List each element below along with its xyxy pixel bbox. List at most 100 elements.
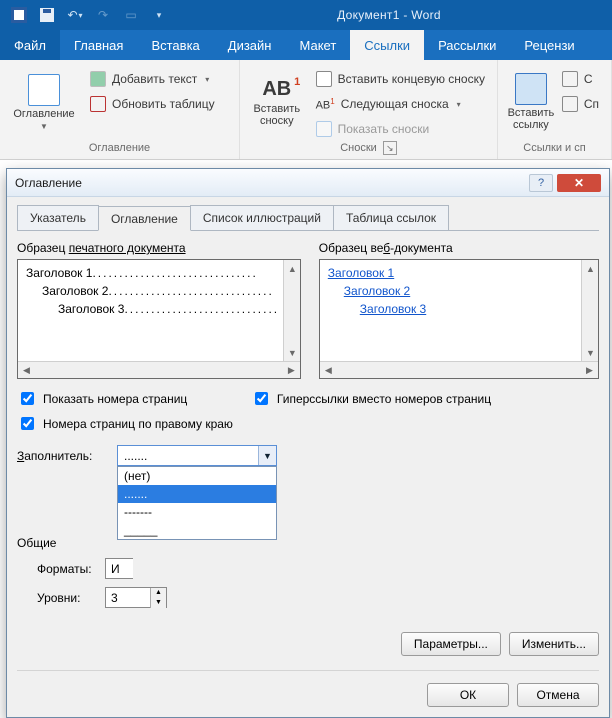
show-notes-button: Показать сноски (312, 118, 489, 140)
tab-design[interactable]: Дизайн (214, 30, 286, 60)
leader-option[interactable]: ....... (118, 485, 276, 503)
word-titlebar: ↶▾ ↷ ▭ ▾ Документ1 - Word (0, 0, 612, 30)
tab-insert[interactable]: Вставка (137, 30, 213, 60)
group-citations: Вставить ссылку С Сп Ссылки и сп (498, 60, 612, 159)
tab-references[interactable]: Ссылки (350, 30, 424, 60)
toc-label: Оглавление (13, 108, 74, 120)
web-preview-item: Заголовок 3 (328, 302, 590, 316)
dialog-close-button[interactable]: ✕ (557, 174, 601, 192)
update-label: Обновить таблицу (112, 97, 215, 111)
ribbon: Оглавление ▼ Добавить текст ▾ Обновить т… (0, 60, 612, 160)
cancel-button[interactable]: Отмена (517, 683, 599, 707)
insert-footnote-label: Вставить сноску (253, 103, 300, 127)
leader-option[interactable]: (нет) (118, 467, 276, 485)
right-align-label: Номера страниц по правому краю (43, 417, 233, 431)
chevron-down-icon: ▾ (457, 100, 461, 109)
tab-review[interactable]: Рецензи (510, 30, 588, 60)
next-footnote-label: Следующая сноска (341, 97, 449, 111)
spin-down-icon[interactable]: ▼ (151, 598, 166, 608)
modify-button[interactable]: Изменить... (509, 632, 599, 656)
tab-layout[interactable]: Макет (285, 30, 350, 60)
show-page-numbers-label: Показать номера страниц (43, 392, 187, 406)
style-icon (562, 96, 578, 112)
insert-citation-button[interactable]: Вставить ссылку (506, 64, 556, 140)
toc-dialog: Оглавление ? ✕ Указатель Оглавление Спис… (6, 168, 610, 718)
right-align-input[interactable] (21, 417, 34, 430)
show-page-numbers-input[interactable] (21, 392, 34, 405)
manage-sources-button[interactable]: С (558, 68, 603, 90)
footnotes-dialog-launcher[interactable]: ↘ (383, 141, 397, 155)
show-notes-icon (316, 121, 332, 137)
add-text-icon (90, 71, 106, 87)
touch-mode-icon[interactable]: ▭ (118, 3, 144, 27)
web-preview-item: Заголовок 2 (328, 284, 590, 298)
insert-endnote-button[interactable]: Вставить концевую сноску (312, 68, 489, 90)
leader-option[interactable]: ------- (118, 503, 276, 521)
general-section-label: Общие (17, 536, 599, 550)
quick-access-toolbar: ↶▾ ↷ ▭ ▾ (6, 3, 172, 27)
undo-icon[interactable]: ↶▾ (62, 3, 88, 27)
next-footnote-icon: AB1 (316, 97, 335, 112)
group-citations-label: Ссылки и сп (523, 142, 585, 154)
right-align-checkbox[interactable]: Номера страниц по правому краю (17, 414, 233, 433)
dialog-help-button[interactable]: ? (529, 174, 553, 192)
dialog-tabs: Указатель Оглавление Список иллюстраций … (17, 205, 599, 231)
scrollbar-horizontal[interactable]: ◀▶ (18, 361, 300, 378)
endnote-icon (316, 71, 332, 87)
redo-icon: ↷ (90, 3, 116, 27)
save-icon[interactable] (34, 3, 60, 27)
leader-option[interactable]: _____ (118, 521, 276, 539)
insert-footnote-button[interactable]: AB1 Вставить сноску (248, 64, 306, 140)
web-preview-label: Образец веб-документа (319, 241, 599, 255)
spin-up-icon[interactable]: ▲ (151, 588, 166, 598)
add-text-label: Добавить текст (112, 72, 197, 86)
tab-mailings[interactable]: Рассылки (424, 30, 510, 60)
tab-leader-value: ....... (118, 449, 258, 463)
hyperlinks-input[interactable] (255, 392, 268, 405)
endnote-label: Вставить концевую сноску (338, 72, 485, 86)
toc-button[interactable]: Оглавление ▼ (8, 64, 80, 140)
formats-value: И (106, 562, 133, 576)
sources-icon (562, 71, 578, 87)
options-button[interactable]: Параметры... (401, 632, 501, 656)
add-text-button[interactable]: Добавить текст ▾ (86, 68, 219, 90)
scrollbar-horizontal[interactable]: ◀▶ (320, 361, 598, 378)
tab-leader-combo[interactable]: ....... ▼ (117, 445, 277, 466)
citation-icon (515, 73, 547, 105)
tab-authorities[interactable]: Таблица ссылок (333, 205, 449, 230)
style-button[interactable]: Сп (558, 93, 603, 115)
update-table-button[interactable]: Обновить таблицу (86, 93, 219, 115)
levels-label: Уровни: (37, 591, 97, 605)
ribbon-tabs: Файл Главная Вставка Дизайн Макет Ссылки… (0, 30, 612, 60)
web-preview-link[interactable]: Заголовок 2 (344, 284, 410, 298)
formats-label: Форматы: (37, 562, 97, 576)
tab-home[interactable]: Главная (60, 30, 137, 60)
scrollbar-vertical[interactable]: ▲▼ (581, 260, 598, 361)
tab-toc-dialog[interactable]: Оглавление (98, 206, 191, 231)
group-toc-label: Оглавление (89, 142, 150, 154)
tab-figures[interactable]: Список иллюстраций (190, 205, 334, 230)
levels-value: 3 (106, 591, 150, 605)
web-preview-link[interactable]: Заголовок 3 (360, 302, 426, 316)
hyperlinks-label: Гиперссылки вместо номеров страниц (277, 392, 491, 406)
sources-label: С (584, 72, 593, 86)
web-preview-link[interactable]: Заголовок 1 (328, 266, 394, 280)
tab-file[interactable]: Файл (0, 30, 60, 60)
word-menu-icon[interactable] (6, 3, 32, 27)
print-preview-label: Образец печатного документа (17, 241, 301, 255)
scrollbar-vertical[interactable]: ▲▼ (283, 260, 300, 361)
show-page-numbers-checkbox[interactable]: Показать номера страниц (17, 389, 233, 408)
next-footnote-button[interactable]: AB1 Следующая сноска ▾ (312, 93, 489, 115)
chevron-down-icon[interactable]: ▼ (258, 446, 276, 465)
ok-button[interactable]: ОК (427, 683, 509, 707)
levels-spinner[interactable]: 3 ▲▼ (105, 587, 167, 608)
spinner-buttons[interactable]: ▲▼ (150, 588, 166, 608)
document-title: Документ1 - Word (172, 8, 606, 22)
hyperlinks-checkbox[interactable]: Гиперссылки вместо номеров страниц (251, 389, 491, 408)
formats-combo[interactable]: И (105, 558, 133, 579)
qat-customize-icon[interactable]: ▾ (146, 3, 172, 27)
tab-leader-dropdown[interactable]: (нет).......-------_____ (117, 466, 277, 540)
tab-index[interactable]: Указатель (17, 205, 99, 230)
toc-icon (28, 74, 60, 106)
web-preview-box: Заголовок 1 Заголовок 2 Заголовок 3 ▲▼ ◀▶ (319, 259, 599, 379)
